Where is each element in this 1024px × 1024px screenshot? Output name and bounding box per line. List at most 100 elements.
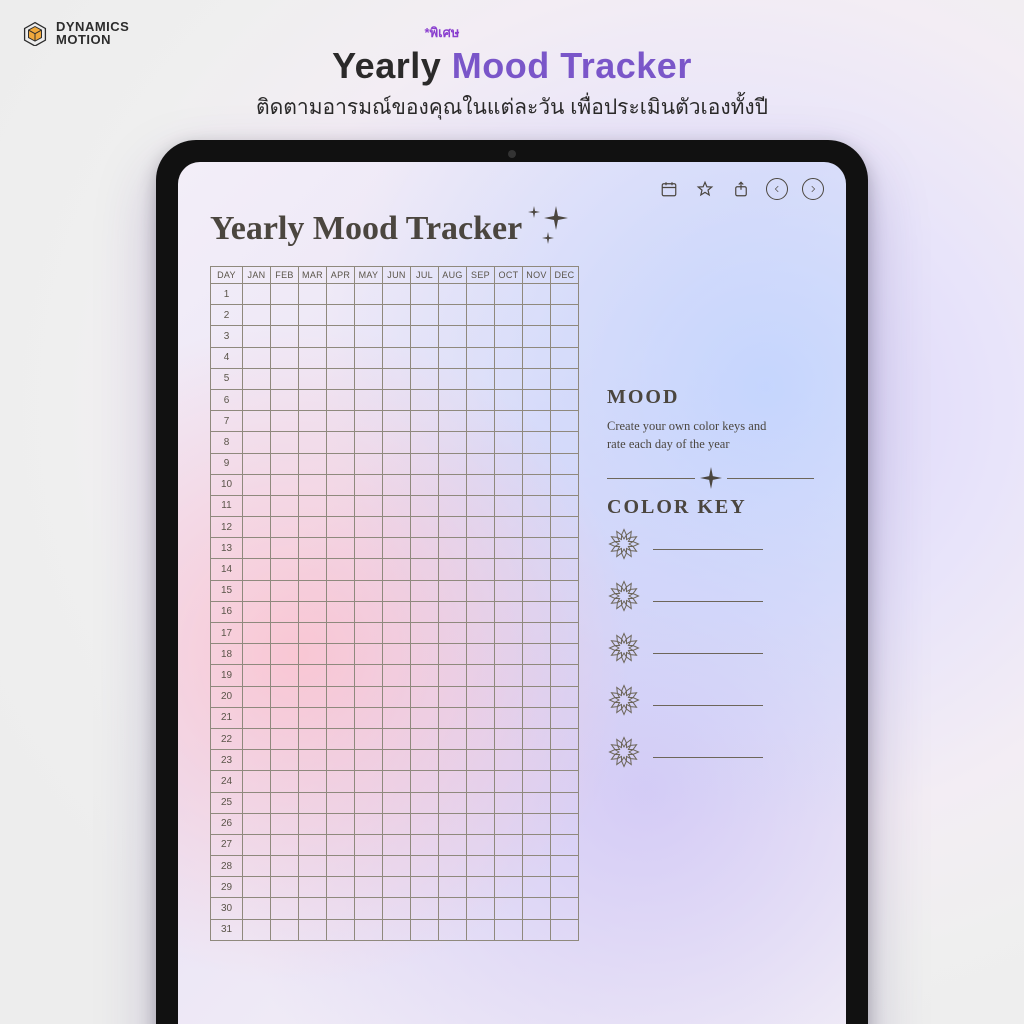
mood-cell[interactable] bbox=[551, 813, 579, 834]
mood-cell[interactable] bbox=[299, 389, 327, 410]
mood-cell[interactable] bbox=[355, 750, 383, 771]
mood-cell[interactable] bbox=[551, 707, 579, 728]
mood-cell[interactable] bbox=[243, 877, 271, 898]
mood-cell[interactable] bbox=[551, 347, 579, 368]
mood-cell[interactable] bbox=[327, 919, 355, 940]
mood-cell[interactable] bbox=[551, 771, 579, 792]
mood-cell[interactable] bbox=[495, 792, 523, 813]
mood-cell[interactable] bbox=[383, 432, 411, 453]
mood-cell[interactable] bbox=[495, 898, 523, 919]
mood-cell[interactable] bbox=[551, 919, 579, 940]
mood-cell[interactable] bbox=[439, 750, 467, 771]
mood-cell[interactable] bbox=[355, 771, 383, 792]
mood-cell[interactable] bbox=[411, 644, 439, 665]
mood-cell[interactable] bbox=[243, 792, 271, 813]
mood-cell[interactable] bbox=[523, 856, 551, 877]
mood-cell[interactable] bbox=[355, 623, 383, 644]
mood-cell[interactable] bbox=[495, 305, 523, 326]
mood-cell[interactable] bbox=[551, 750, 579, 771]
mood-cell[interactable] bbox=[271, 834, 299, 855]
mood-cell[interactable] bbox=[551, 665, 579, 686]
mood-cell[interactable] bbox=[383, 707, 411, 728]
mood-cell[interactable] bbox=[551, 432, 579, 453]
star-icon[interactable] bbox=[694, 178, 716, 200]
mood-cell[interactable] bbox=[355, 284, 383, 305]
mood-cell[interactable] bbox=[495, 368, 523, 389]
mood-cell[interactable] bbox=[271, 347, 299, 368]
mood-cell[interactable] bbox=[383, 750, 411, 771]
mood-cell[interactable] bbox=[523, 474, 551, 495]
mood-cell[interactable] bbox=[467, 877, 495, 898]
mood-cell[interactable] bbox=[523, 559, 551, 580]
mood-cell[interactable] bbox=[383, 368, 411, 389]
mood-cell[interactable] bbox=[383, 326, 411, 347]
mood-cell[interactable] bbox=[411, 411, 439, 432]
mood-cell[interactable] bbox=[299, 686, 327, 707]
mood-cell[interactable] bbox=[495, 601, 523, 622]
mood-cell[interactable] bbox=[383, 495, 411, 516]
mood-cell[interactable] bbox=[327, 432, 355, 453]
mood-cell[interactable] bbox=[495, 559, 523, 580]
mood-cell[interactable] bbox=[523, 728, 551, 749]
mood-cell[interactable] bbox=[411, 750, 439, 771]
mood-cell[interactable] bbox=[523, 368, 551, 389]
mood-cell[interactable] bbox=[355, 644, 383, 665]
mood-cell[interactable] bbox=[467, 728, 495, 749]
mood-cell[interactable] bbox=[523, 601, 551, 622]
mood-cell[interactable] bbox=[411, 432, 439, 453]
mood-cell[interactable] bbox=[271, 284, 299, 305]
mood-cell[interactable] bbox=[383, 834, 411, 855]
mood-cell[interactable] bbox=[271, 305, 299, 326]
mood-cell[interactable] bbox=[355, 580, 383, 601]
mood-cell[interactable] bbox=[411, 771, 439, 792]
mood-cell[interactable] bbox=[327, 389, 355, 410]
mood-cell[interactable] bbox=[439, 834, 467, 855]
mood-cell[interactable] bbox=[439, 707, 467, 728]
mood-cell[interactable] bbox=[243, 813, 271, 834]
mood-cell[interactable] bbox=[327, 559, 355, 580]
mood-cell[interactable] bbox=[243, 538, 271, 559]
mood-cell[interactable] bbox=[551, 601, 579, 622]
mood-cell[interactable] bbox=[355, 792, 383, 813]
mood-cell[interactable] bbox=[495, 495, 523, 516]
mood-cell[interactable] bbox=[271, 813, 299, 834]
mood-cell[interactable] bbox=[383, 411, 411, 432]
mood-cell[interactable] bbox=[243, 856, 271, 877]
mood-cell[interactable] bbox=[271, 750, 299, 771]
mood-cell[interactable] bbox=[411, 389, 439, 410]
mood-cell[interactable] bbox=[243, 389, 271, 410]
mood-cell[interactable] bbox=[299, 368, 327, 389]
mood-cell[interactable] bbox=[439, 538, 467, 559]
mood-cell[interactable] bbox=[467, 411, 495, 432]
mood-cell[interactable] bbox=[383, 517, 411, 538]
mood-cell[interactable] bbox=[439, 495, 467, 516]
mood-cell[interactable] bbox=[299, 474, 327, 495]
color-key-row[interactable] bbox=[607, 527, 814, 561]
mood-cell[interactable] bbox=[551, 411, 579, 432]
mood-cell[interactable] bbox=[467, 898, 495, 919]
mood-cell[interactable] bbox=[327, 877, 355, 898]
mood-cell[interactable] bbox=[299, 792, 327, 813]
mood-cell[interactable] bbox=[467, 665, 495, 686]
mood-cell[interactable] bbox=[411, 347, 439, 368]
mood-cell[interactable] bbox=[355, 517, 383, 538]
mood-cell[interactable] bbox=[439, 580, 467, 601]
share-icon[interactable] bbox=[730, 178, 752, 200]
mood-cell[interactable] bbox=[467, 368, 495, 389]
mood-cell[interactable] bbox=[467, 623, 495, 644]
mood-cell[interactable] bbox=[523, 771, 551, 792]
mood-cell[interactable] bbox=[467, 432, 495, 453]
mood-cell[interactable] bbox=[383, 728, 411, 749]
mood-cell[interactable] bbox=[383, 580, 411, 601]
mood-cell[interactable] bbox=[495, 834, 523, 855]
mood-cell[interactable] bbox=[299, 326, 327, 347]
mood-cell[interactable] bbox=[495, 750, 523, 771]
mood-cell[interactable] bbox=[383, 813, 411, 834]
mood-cell[interactable] bbox=[411, 834, 439, 855]
mood-cell[interactable] bbox=[355, 601, 383, 622]
mood-cell[interactable] bbox=[327, 686, 355, 707]
mood-cell[interactable] bbox=[439, 284, 467, 305]
mood-cell[interactable] bbox=[271, 686, 299, 707]
mood-cell[interactable] bbox=[383, 389, 411, 410]
mood-cell[interactable] bbox=[355, 686, 383, 707]
